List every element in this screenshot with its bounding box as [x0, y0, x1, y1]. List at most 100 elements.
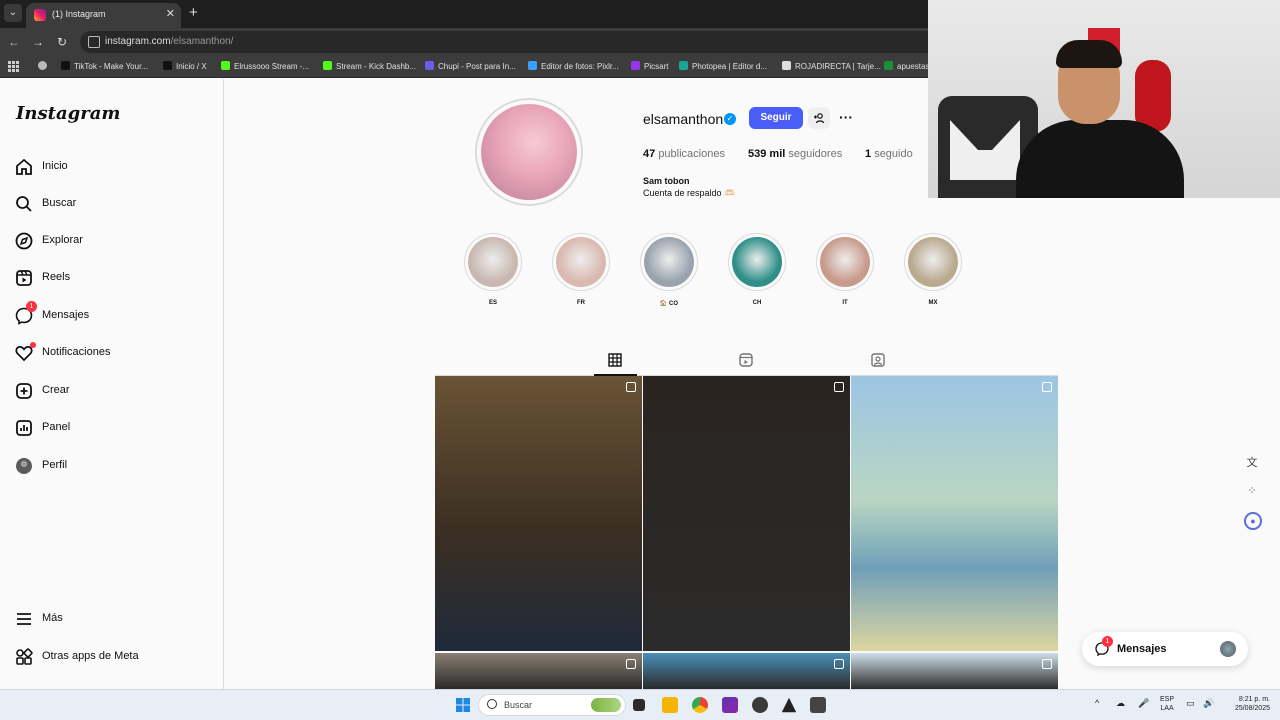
sidebar-item-inicio[interactable]: Inicio: [14, 154, 204, 180]
bookmark-label: Stream - Kick Dashb...: [336, 62, 417, 71]
bookmark-item[interactable]: ROJADIRECTA | Tarje...: [782, 61, 881, 71]
suggested-users-button[interactable]: [808, 107, 830, 129]
profile-avatar[interactable]: [475, 98, 583, 206]
bookmark-item[interactable]: Stream - Kick Dashb...: [323, 61, 416, 71]
unity-icon[interactable]: [781, 697, 797, 713]
sidebar-item-panel[interactable]: Panel: [14, 415, 204, 441]
tab-close-icon[interactable]: ✕: [166, 7, 175, 20]
tray-overflow-icon[interactable]: ^: [1095, 699, 1099, 708]
bookmark-item[interactable]: Inicio / X: [163, 61, 207, 71]
carousel-icon: [626, 659, 636, 669]
highlight-item[interactable]: 🏠 CO: [640, 233, 700, 313]
display-icon[interactable]: ▭: [1186, 699, 1195, 708]
media-app-icon[interactable]: [722, 697, 738, 713]
highlight-item[interactable]: ES: [464, 233, 524, 313]
bookmark-item[interactable]: Photopea | Editor d...: [679, 61, 767, 71]
bookmark-item[interactable]: Chupi - Post para In...: [425, 61, 516, 71]
site-info-icon[interactable]: [88, 36, 100, 48]
sidebar-item-perfil[interactable]: Perfil: [14, 453, 204, 479]
bio-name: Sam tobon: [643, 176, 690, 186]
browser-tab[interactable]: (1) Instagram ✕: [26, 3, 181, 28]
followers-count: 539 mil: [748, 148, 786, 160]
back-icon[interactable]: ←: [6, 34, 22, 50]
taskbar-search-box[interactable]: Buscar: [478, 694, 626, 716]
followers-stat[interactable]: 539 mil seguidores: [748, 148, 842, 160]
reload-icon[interactable]: ↻: [54, 34, 70, 50]
bookmark-globe-icon[interactable]: [38, 61, 51, 71]
sidebar-item-mensajes[interactable]: 1 Mensajes: [14, 301, 204, 329]
tab-search-button[interactable]: ⌄: [4, 4, 22, 22]
highlight-cover: [820, 237, 870, 287]
messages-floating-button[interactable]: 1 Mensajes: [1082, 632, 1248, 666]
post-thumbnail[interactable]: [643, 376, 850, 651]
bookmark-label: Photopea | Editor d...: [692, 62, 768, 71]
search-icon: [487, 699, 497, 709]
sidebar-item-otras-apps[interactable]: Otras apps de Meta: [14, 644, 204, 670]
microphone-icon[interactable]: 🎤: [1138, 699, 1149, 708]
highlight-item[interactable]: CH: [728, 233, 788, 313]
translate-icon[interactable]: 文: [1244, 454, 1260, 470]
post-thumbnail[interactable]: [435, 653, 642, 689]
posts-grid-tab-icon[interactable]: [607, 352, 623, 368]
sidebar-item-explorar[interactable]: Explorar: [14, 228, 204, 254]
post-thumbnail[interactable]: [435, 376, 642, 651]
sidebar-item-crear[interactable]: Crear: [14, 378, 204, 404]
apps-grid-icon[interactable]: [8, 61, 19, 72]
sidebar-item-notificaciones[interactable]: Notificaciones: [14, 340, 204, 366]
sidebar-item-reels[interactable]: Reels: [14, 265, 204, 291]
sidebar-item-buscar[interactable]: Buscar: [14, 191, 204, 217]
sidebar-item-mas[interactable]: Más: [14, 606, 204, 632]
volume-icon[interactable]: 🔊: [1203, 699, 1214, 708]
bookmark-label: Chupi - Post para In...: [438, 62, 516, 71]
url-input[interactable]: instagram.com/elsamanthon/: [80, 31, 960, 53]
new-tab-icon[interactable]: +: [189, 5, 198, 20]
settings-app-icon[interactable]: [810, 697, 826, 713]
tagged-tab-icon[interactable]: [870, 352, 886, 368]
bookmark-item[interactable]: TikTok - Make Your...: [61, 61, 148, 71]
post-thumbnail[interactable]: [643, 653, 850, 689]
post-thumbnail[interactable]: [851, 653, 1058, 689]
instagram-logo[interactable]: Instagram: [16, 103, 120, 124]
bookmark-item[interactable]: Picsart: [631, 61, 668, 71]
carousel-icon: [626, 382, 636, 392]
cam-person-body: [1016, 120, 1184, 198]
profile-photo: [481, 104, 577, 200]
posts-count: 47: [643, 148, 656, 160]
obs-icon[interactable]: [752, 697, 768, 713]
highlight-ring: [552, 233, 610, 291]
bookmark-item[interactable]: apuestas: [884, 61, 929, 71]
tab-title: (1) Instagram: [52, 9, 106, 19]
task-view-icon[interactable]: [633, 699, 645, 711]
language-indicator[interactable]: ESP LAA: [1160, 695, 1174, 713]
home-icon: [16, 158, 32, 175]
network-icon[interactable]: ☁: [1116, 699, 1125, 708]
bookmark-item[interactable]: Elrussooo Stream -...: [221, 61, 309, 71]
chrome-icon[interactable]: [692, 697, 708, 713]
verified-badge-icon: ✓: [724, 113, 736, 125]
forward-icon[interactable]: →: [30, 34, 46, 50]
more-options-icon[interactable]: ···: [836, 108, 856, 128]
highlight-label: FR: [577, 300, 585, 306]
highlight-item[interactable]: FR: [552, 233, 612, 313]
extensions-icon[interactable]: ⁘: [1244, 484, 1260, 500]
clock[interactable]: 8:21 p. m. 25/08/2025: [1226, 695, 1270, 713]
windows-start-icon[interactable]: [455, 697, 471, 713]
follow-button[interactable]: Seguir: [749, 107, 803, 129]
reels-tab-icon[interactable]: [738, 352, 754, 368]
highlight-ring: [640, 233, 698, 291]
notification-dot: [30, 342, 36, 348]
post-thumbnail[interactable]: [851, 376, 1058, 651]
plus-square-icon: [16, 383, 32, 399]
bookmark-favicon-icon: [782, 61, 791, 70]
assistant-icon[interactable]: ●: [1244, 512, 1262, 530]
messages-badge: 1: [1102, 636, 1113, 647]
carousel-icon: [834, 659, 844, 669]
bookmark-favicon-icon: [163, 61, 172, 70]
file-explorer-icon[interactable]: [662, 697, 678, 713]
highlight-item[interactable]: IT: [816, 233, 876, 313]
cam-punching-bag: [1135, 60, 1171, 132]
highlight-item[interactable]: MX: [904, 233, 964, 313]
following-count: 1: [865, 148, 872, 160]
following-stat[interactable]: 1 seguido: [865, 148, 913, 160]
bookmark-item[interactable]: Editor de fotos: Pixlr...: [528, 61, 619, 71]
